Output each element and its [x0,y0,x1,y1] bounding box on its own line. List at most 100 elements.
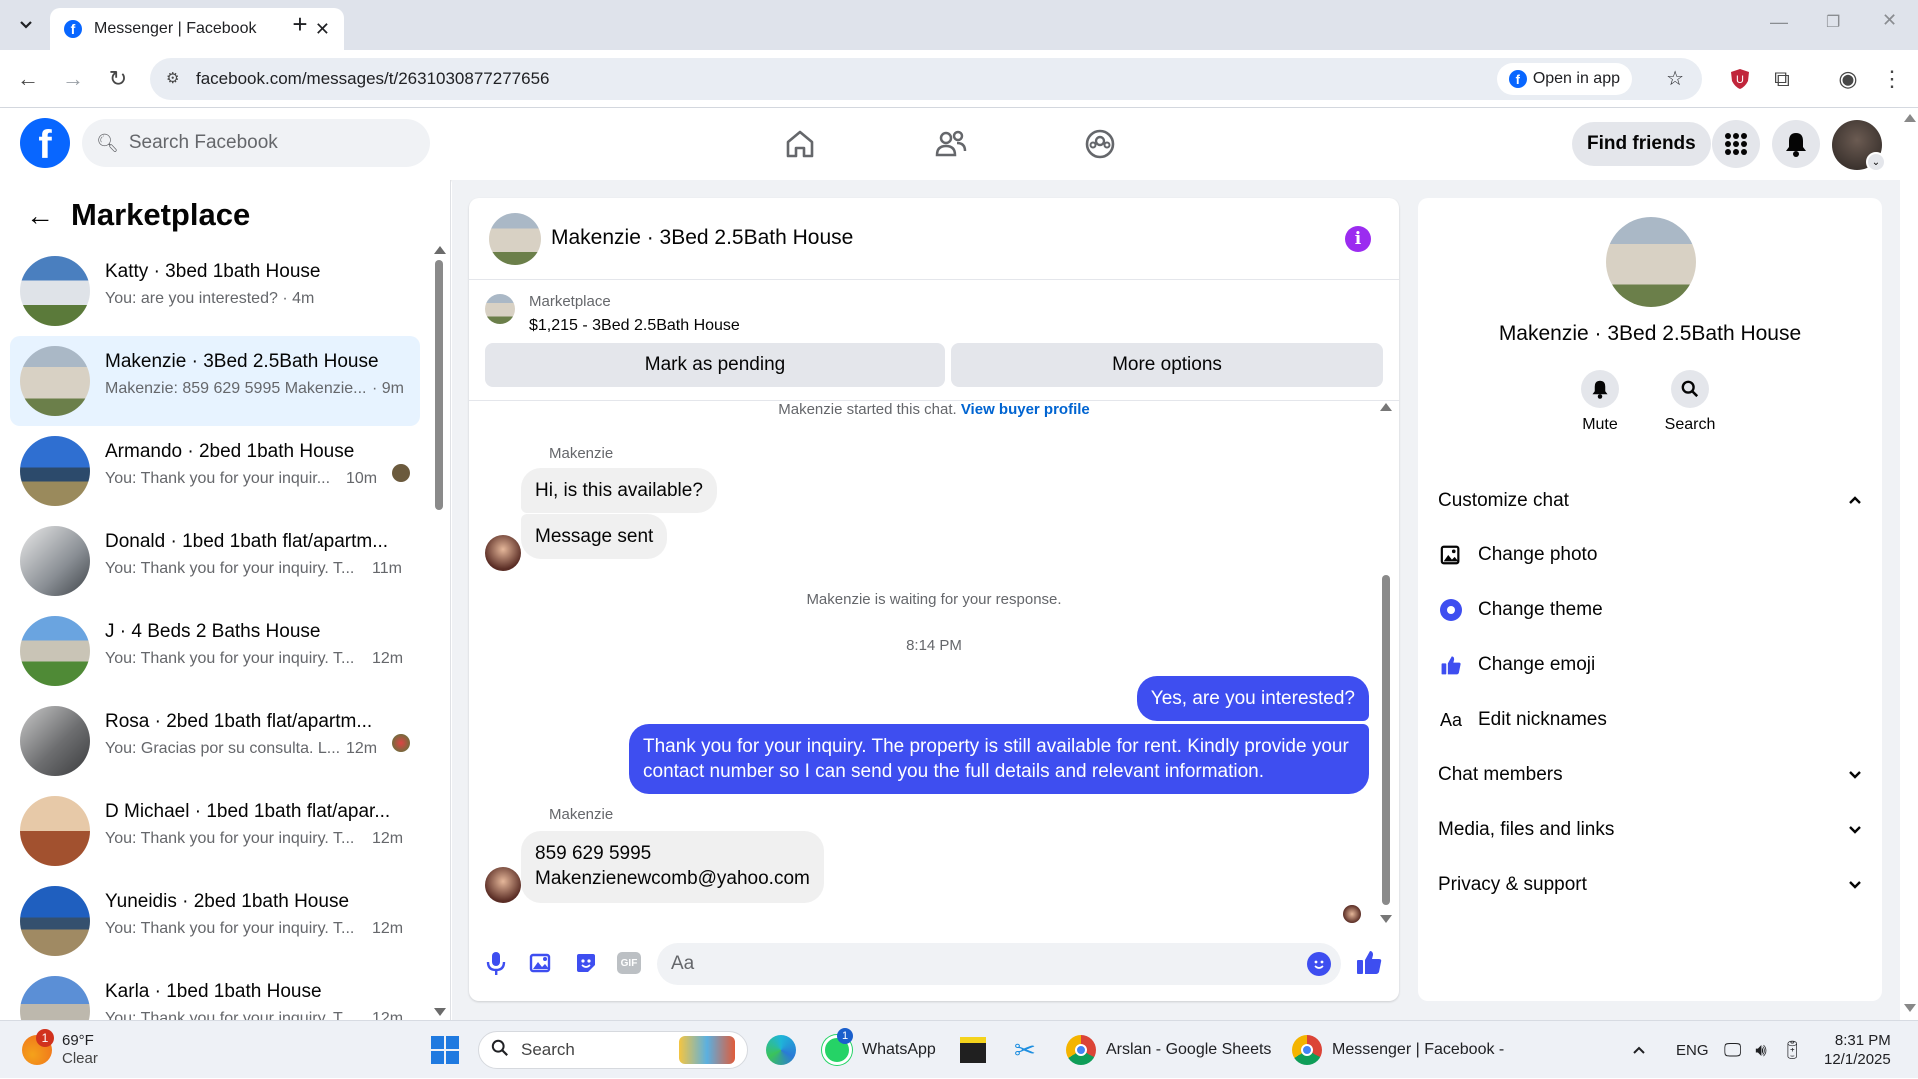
gif-icon[interactable]: GIF [617,952,641,974]
clock[interactable]: 8:31 PM 12/1/2025 [1824,1021,1891,1079]
back-icon[interactable]: ← [10,61,46,97]
outgoing-message[interactable]: Thank you for your inquiry. The property… [629,724,1369,794]
conversation-name: Katty · 3bed 1bath House [105,261,321,282]
chrome-messenger-app[interactable]: Messenger | Facebook - [1292,1021,1504,1079]
account-avatar[interactable]: ⌄ [1832,120,1886,172]
search-facebook-field[interactable]: 🔍︎ Search Facebook [82,119,430,167]
sticky-notes-app[interactable] [960,1021,986,1079]
chrome-menu-icon[interactable]: ⋮ [1874,61,1910,97]
privacy-support-section[interactable]: Privacy & support [1438,874,1862,896]
start-button[interactable] [430,1021,460,1079]
chat-members-section[interactable]: Chat members [1438,764,1862,786]
scrollbar-thumb[interactable] [435,260,443,510]
conversation-item-active[interactable]: Makenzie · 3Bed 2.5Bath House Makenzie: … [10,336,420,426]
scroll-down-arrow-icon[interactable] [434,1008,446,1016]
page-scrollbar[interactable] [1900,108,1918,1020]
chrome-icon [1066,1035,1096,1065]
conversation-item[interactable]: J · 4 Beds 2 Baths House You: Thank you … [10,606,420,696]
friends-icon[interactable] [934,128,968,165]
profile-icon[interactable]: ◉ [1830,61,1866,97]
emoji-icon[interactable] [1307,952,1331,976]
details-avatar[interactable] [1606,217,1696,307]
menu-grid-icon[interactable] [1712,120,1760,168]
scroll-down-arrow-icon[interactable] [1380,915,1392,923]
details-title: Makenzie · 3Bed 2.5Bath House [1498,322,1802,345]
thumbs-up-icon[interactable] [1355,948,1383,981]
view-buyer-profile-link[interactable]: View buyer profile [961,401,1090,418]
scroll-up-arrow-icon[interactable] [1380,403,1392,411]
sticker-icon[interactable] [574,951,598,980]
microphone-icon[interactable] [485,950,507,981]
chat-members-label: Chat members [1438,764,1563,785]
messages-scrollbar[interactable] [1379,403,1393,923]
conversation-item[interactable]: D Michael · 1bed 1bath flat/apar... You:… [10,786,420,876]
media-files-links-section[interactable]: Media, files and links [1438,819,1862,841]
change-emoji-item[interactable]: Change emoji [1438,654,1595,676]
whatsapp-app[interactable]: 1 WhatsApp [822,1021,936,1079]
conversation-item[interactable]: Rosa · 2bed 1bath flat/apartm... You: Gr… [10,696,420,786]
incoming-message[interactable]: Hi, is this available? [521,468,717,513]
language-indicator[interactable]: ENG [1676,1021,1709,1079]
show-hidden-icons[interactable] [1632,1021,1646,1079]
tab-search-icon[interactable] [8,7,44,43]
ublock-extension-icon[interactable]: U [1722,61,1758,97]
edge-app[interactable] [766,1021,796,1079]
new-tab-icon[interactable]: + [282,6,318,42]
extensions-puzzle-icon[interactable]: ⧉ [1764,61,1800,97]
site-info-icon[interactable]: ⚙ [166,69,179,87]
mark-as-pending-button[interactable]: Mark as pending [485,343,945,387]
restore-icon[interactable]: ❐ [1826,12,1840,32]
chat-title[interactable]: Makenzie · 3Bed 2.5Bath House [551,226,853,250]
incoming-message[interactable]: Message sent [521,514,668,559]
search-in-chat-button[interactable]: Search [1658,370,1722,434]
minimize-icon[interactable]: — [1770,12,1788,33]
search-icon [1671,370,1709,408]
photo-attach-icon[interactable] [529,951,553,980]
back-arrow-icon[interactable]: ← [26,200,54,232]
change-photo-item[interactable]: Change photo [1438,544,1597,566]
scrollbar-thumb[interactable] [1382,575,1390,905]
outgoing-message[interactable]: Yes, are you interested? [1136,676,1369,721]
incoming-message[interactable]: 859 629 5995 Makenzienewcomb@yahoo.com [521,831,824,903]
notifications-bell-icon[interactable] [1772,120,1820,168]
close-window-icon[interactable]: ✕ [1882,10,1897,31]
chrome-sheets-app[interactable]: Arslan - Google Sheets [1066,1021,1271,1079]
more-options-button[interactable]: More options [951,343,1383,387]
scroll-up-arrow-icon[interactable] [1904,114,1916,122]
sidebar-scrollbar[interactable] [432,246,446,1016]
message-input[interactable]: Aa [657,943,1341,985]
listing-thumbnail [20,436,90,506]
change-theme-item[interactable]: Change theme [1438,599,1603,621]
taskbar-search[interactable]: Search [478,1031,748,1069]
address-bar[interactable]: ⚙ facebook.com/messages/t/26310308772776… [150,58,1702,100]
weather-widget[interactable]: 1 69°F Clear [22,1021,98,1079]
reload-icon[interactable]: ↻ [100,61,136,97]
snipping-tool-app[interactable]: ✂ [1014,1021,1036,1079]
edit-nicknames-item[interactable]: Aa Edit nicknames [1438,709,1607,731]
forward-icon[interactable]: → [55,61,91,97]
conversation-item[interactable]: Donald · 1bed 1bath flat/apartm... You: … [10,516,420,606]
groups-icon[interactable] [1084,128,1116,165]
listing-thumb[interactable] [485,294,515,324]
chat-avatar[interactable] [489,213,541,265]
system-tray[interactable]: 🖵︎ 🔊︎ 🔋︎ [1724,1021,1804,1079]
message-text: Hi, is this available? [535,480,703,501]
conversation-name: Donald · 1bed 1bath flat/apartm... [105,531,389,552]
facebook-logo-icon[interactable]: f [20,118,70,168]
conversation-item[interactable]: Armando · 2bed 1bath House You: Thank yo… [10,426,420,516]
find-friends-button[interactable]: Find friends [1572,122,1711,166]
open-in-app-button[interactable]: f Open in app [1496,63,1632,95]
conversation-item[interactable]: Karla · 1bed 1bath House You: Thank you … [10,966,420,1020]
scroll-down-arrow-icon[interactable] [1904,1004,1916,1012]
mute-button[interactable]: Mute [1568,370,1632,434]
listing-title[interactable]: $1,215 - 3Bed 2.5Bath House [529,317,740,335]
customize-chat-section[interactable]: Customize chat [1438,490,1862,512]
conversation-item[interactable]: Katty · 3bed 1bath House You: are you in… [10,246,420,336]
scroll-up-arrow-icon[interactable] [434,246,446,254]
sidebar-title: Marketplace [71,197,251,232]
info-icon[interactable]: i [1345,226,1371,252]
conversation-item[interactable]: Yuneidis · 2bed 1bath House You: Thank y… [10,876,420,966]
bookmark-star-icon[interactable]: ☆ [1666,66,1684,91]
mute-label: Mute [1582,416,1618,433]
home-icon[interactable] [784,128,816,165]
